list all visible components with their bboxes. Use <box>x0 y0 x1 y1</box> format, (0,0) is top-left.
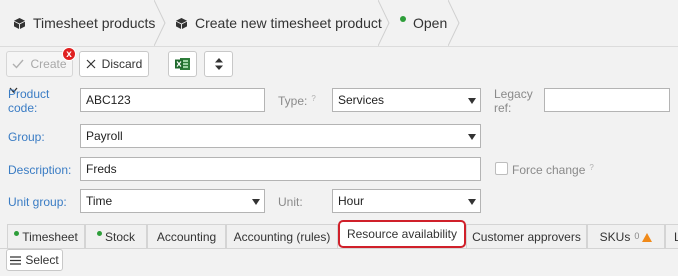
product-form: Product code: ABC123 Type:? Services Leg… <box>0 84 678 218</box>
unit-value: Hour <box>338 194 365 208</box>
error-badge-icon: x <box>62 47 76 61</box>
dropdown-arrow-icon <box>252 199 260 205</box>
breadcrumb-separator <box>154 0 166 46</box>
tab-bar: Timesheet Stock Accounting Accounting (r… <box>0 218 678 248</box>
status-dot-icon <box>96 231 102 236</box>
select-label: Select <box>25 253 59 267</box>
group-select[interactable]: Payroll <box>80 124 481 148</box>
breadcrumb: Timesheet products Create new timesheet … <box>0 0 678 47</box>
cube-icon <box>14 17 25 29</box>
tab-label: Timesheet <box>22 229 78 244</box>
discard-button[interactable]: Discard <box>79 51 149 77</box>
tab-label: Resource availability <box>346 227 458 241</box>
dropdown-arrow-icon <box>468 199 476 205</box>
export-excel-button[interactable] <box>168 51 197 77</box>
unit-select[interactable]: Hour <box>332 189 481 213</box>
unit-label: Unit: <box>278 195 303 209</box>
warning-icon <box>642 233 653 242</box>
checkmark-icon <box>12 59 25 69</box>
breadcrumb-label: Create new timesheet product <box>195 15 382 31</box>
unit-group-select[interactable]: Time <box>80 189 265 213</box>
list-icon <box>10 255 22 265</box>
dropdown-arrow-icon <box>468 98 476 104</box>
type-label-text: Type: <box>278 94 308 108</box>
sort-button[interactable] <box>204 51 233 77</box>
group-value: Payroll <box>86 129 123 143</box>
breadcrumb-separator <box>448 0 460 46</box>
tab-accounting-rules[interactable]: Accounting (rules) <box>226 224 338 248</box>
help-icon: ? <box>589 163 594 172</box>
cube-icon <box>176 17 187 29</box>
force-change-label: Force change? <box>512 163 594 179</box>
tab-label: Accounting (rules) <box>233 229 331 244</box>
tab-skus[interactable]: SKUs 0 <box>587 224 665 248</box>
tab-label: L <box>674 229 678 244</box>
status-dot-icon <box>14 231 20 236</box>
close-icon <box>86 59 96 69</box>
breadcrumb-item-timesheet-products[interactable]: Timesheet products <box>14 0 155 46</box>
description-field[interactable]: Freds <box>80 157 481 181</box>
legacy-ref-label: Legacy ref: <box>494 87 533 115</box>
breadcrumb-item-status[interactable]: Open <box>400 0 447 46</box>
tab-customer-approvers[interactable]: Customer approvers <box>466 224 587 248</box>
tab-stock[interactable]: Stock <box>85 224 147 248</box>
force-change-text: Force change <box>512 163 586 177</box>
status-dot-icon <box>400 16 406 22</box>
toolbar: Create x Discard <box>0 47 678 84</box>
tab-label: Accounting <box>156 229 217 244</box>
tab-timesheet[interactable]: Timesheet <box>7 224 85 248</box>
tab-content-toolbar: Select <box>0 248 678 276</box>
select-button[interactable]: Select <box>6 249 63 271</box>
excel-icon <box>175 58 190 70</box>
force-change-checkbox[interactable] <box>495 162 508 175</box>
type-value: Services <box>338 93 385 107</box>
status-label: Open <box>413 15 448 31</box>
legacy-ref-field[interactable] <box>544 88 670 112</box>
tab-accounting[interactable]: Accounting <box>147 224 226 248</box>
product-code-label: Product code: <box>8 87 50 115</box>
tab-label: Customer approvers <box>472 229 581 244</box>
type-select[interactable]: Services <box>332 88 481 112</box>
tab-more[interactable]: L <box>665 224 678 248</box>
help-icon: ? <box>311 94 316 103</box>
breadcrumb-label: Timesheet products <box>33 15 156 31</box>
group-label: Group: <box>8 130 45 144</box>
description-label: Description: <box>8 163 72 177</box>
error-badge-text: x <box>66 49 72 60</box>
discard-label: Discard <box>101 57 143 71</box>
sort-arrows-icon <box>214 58 223 70</box>
breadcrumb-separator <box>378 0 390 46</box>
unit-group-label: Unit group: <box>8 195 67 209</box>
unit-group-value: Time <box>86 194 113 208</box>
count-badge: 0 <box>634 230 640 241</box>
dropdown-arrow-icon <box>468 134 476 140</box>
product-code-field[interactable]: ABC123 <box>80 88 265 112</box>
type-label: Type:? <box>278 94 316 110</box>
tab-label: Stock <box>104 229 135 244</box>
create-label: Create <box>30 57 67 71</box>
tab-resource-availability[interactable]: Resource availability <box>338 220 466 248</box>
tab-label: SKUs <box>599 229 631 244</box>
breadcrumb-item-create-new[interactable]: Create new timesheet product <box>176 0 382 46</box>
